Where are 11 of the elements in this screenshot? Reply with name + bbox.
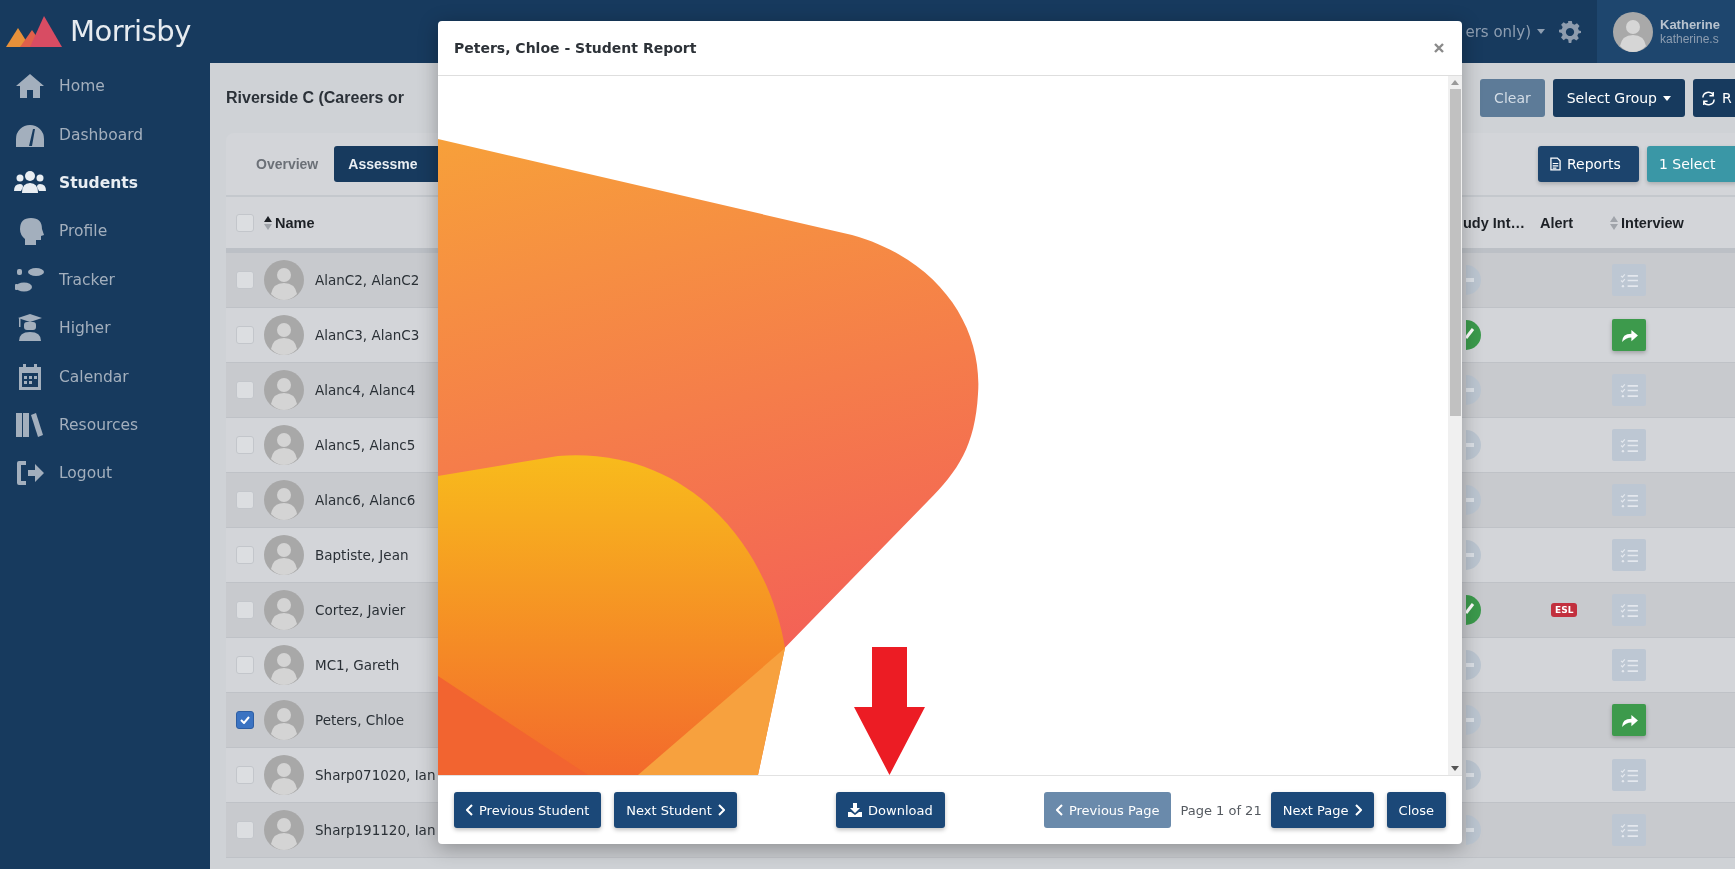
alert-tag: ESL xyxy=(1551,603,1578,617)
user-name: Katherine xyxy=(1660,17,1720,32)
column-header: Alert xyxy=(1540,214,1574,231)
column-header: udy Int… xyxy=(1463,214,1526,231)
dialog-title: Peters, Chloe - Student Report xyxy=(454,40,697,56)
page-title: Riverside C (Careers or xyxy=(226,89,404,107)
page-indicator: Page 1 of 21 xyxy=(1180,802,1262,818)
column-header: Interview xyxy=(1621,214,1684,231)
brand-name: Morrisby xyxy=(70,14,191,48)
column-header: Name xyxy=(275,214,315,231)
user-email: katherine.s xyxy=(1660,32,1720,46)
